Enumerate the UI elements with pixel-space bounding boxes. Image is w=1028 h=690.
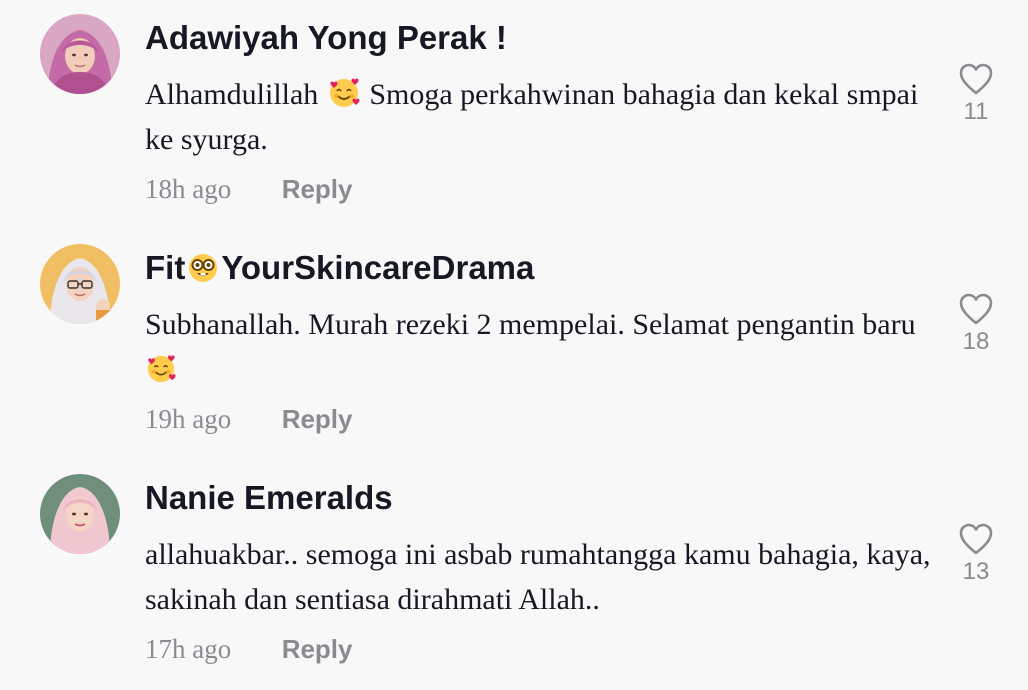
reply-button[interactable]: Reply — [282, 404, 353, 434]
comment-meta: 19h ago Reply — [145, 404, 353, 440]
comment-text: Alhamdulillah Smoga perkahwinan bahagia … — [145, 72, 935, 162]
reply-button[interactable]: Reply — [282, 634, 353, 664]
timestamp: 19h ago — [145, 404, 232, 434]
smiling-face-with-hearts-emoji — [147, 355, 176, 383]
heart-outline-icon — [959, 63, 993, 95]
like-button[interactable]: 18 — [952, 292, 1000, 356]
timestamp: 18h ago — [145, 174, 232, 204]
like-count: 18 — [962, 328, 990, 355]
comment-meta: 17h ago Reply — [145, 634, 353, 670]
heart-outline-icon — [959, 523, 993, 555]
like-count: 11 — [963, 98, 989, 125]
username[interactable]: Adawiyah Yong Perak ! — [145, 16, 507, 60]
comment-text-part: Subhanallah. Murah rezeki 2 mempelai. Se… — [145, 308, 916, 341]
comment-text: Subhanallah. Murah rezeki 2 mempelai. Se… — [145, 302, 935, 392]
username[interactable]: Fit YourSkincareDrama — [145, 246, 534, 290]
username-part: YourSkincareDrama — [221, 249, 535, 286]
avatar[interactable] — [40, 244, 120, 324]
username-part: Fit — [145, 249, 186, 286]
like-button[interactable]: 13 — [952, 522, 1000, 586]
comment-text: allahuakbar.. semoga ini asbab rumahtang… — [145, 538, 931, 616]
nerd-face-emoji — [189, 254, 218, 282]
reply-button[interactable]: Reply — [282, 174, 353, 204]
username[interactable]: Nanie Emeralds — [145, 476, 393, 520]
avatar[interactable] — [40, 474, 120, 554]
comment-item: Adawiyah Yong Perak ! Alhamdulillah Smog… — [0, 0, 1028, 230]
like-count: 13 — [962, 558, 990, 585]
comment-meta: 18h ago Reply — [145, 174, 353, 210]
heart-outline-icon — [959, 293, 993, 325]
smiling-face-with-hearts-emoji — [329, 78, 360, 107]
timestamp: 17h ago — [145, 634, 232, 664]
comment-text-part: Alhamdulillah — [145, 78, 326, 111]
comment-item: Fit YourSkincareDrama Subhanallah. Murah … — [0, 230, 1028, 460]
avatar[interactable] — [40, 14, 120, 94]
comment-item: Nanie Emeralds allahuakbar.. semoga ini … — [0, 460, 1028, 690]
like-button[interactable]: 11 — [952, 62, 1000, 126]
